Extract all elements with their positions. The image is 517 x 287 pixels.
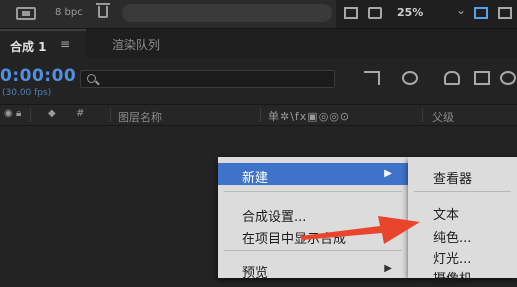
annotation-arrow-icon bbox=[300, 216, 420, 244]
